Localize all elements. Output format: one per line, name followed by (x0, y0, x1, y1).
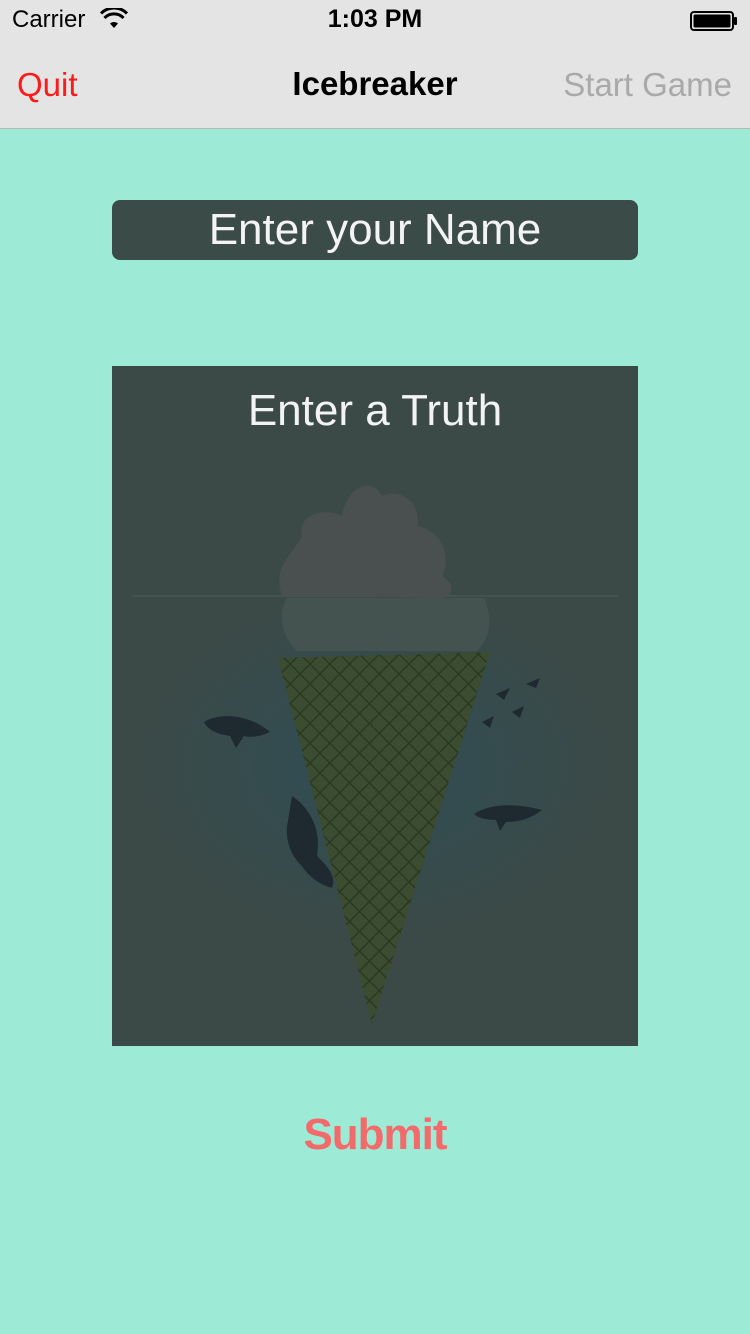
navigation-bar: Quit Icebreaker Start Game (0, 40, 750, 129)
truth-input-panel[interactable]: Enter a Truth (112, 366, 638, 1046)
submit-button[interactable]: Submit (0, 1110, 750, 1160)
status-time: 1:03 PM (327, 5, 423, 33)
truth-label: Enter a Truth (247, 386, 503, 435)
name-input[interactable]: Enter your Name (112, 200, 638, 260)
battery-icon (690, 11, 737, 31)
start-game-button[interactable]: Start Game (563, 66, 732, 104)
status-bar: Carrier 1:03 PM (0, 0, 750, 40)
iceberg-cone-illustration (132, 485, 618, 1024)
